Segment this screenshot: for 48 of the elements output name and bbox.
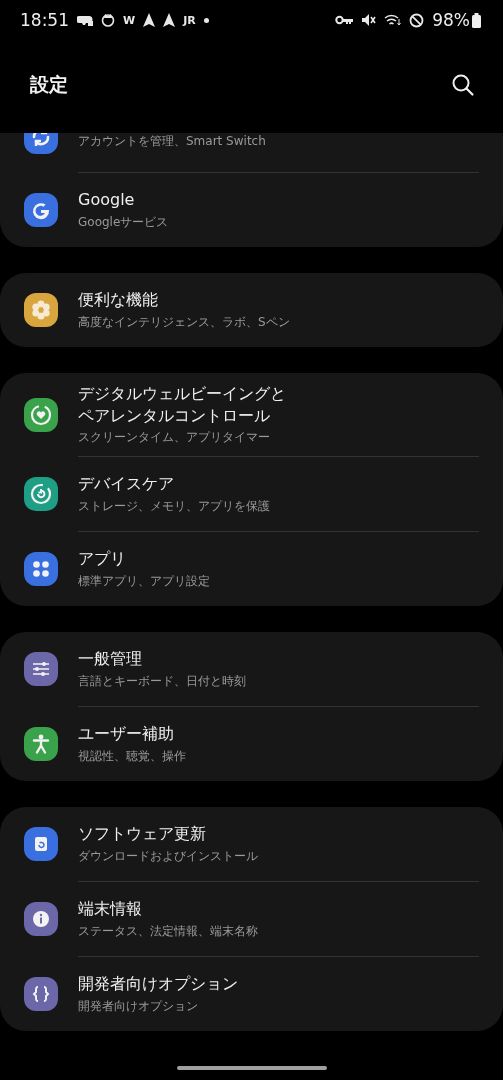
item-subtitle: ステータス、法定情報、端末名称 xyxy=(78,923,259,940)
item-title: ソフトウェア更新 xyxy=(78,823,207,845)
item-title: デバイスケア xyxy=(78,473,175,495)
item-subtitle: アカウントを管理、Smart Switch xyxy=(78,133,267,150)
settings-item[interactable]: 便利な機能 高度なインテリジェンス、ラボ、Sペン xyxy=(0,273,503,347)
more-dot-icon xyxy=(203,17,209,23)
navigation-arrow-icon xyxy=(143,13,156,27)
muted-speaker-icon xyxy=(361,13,377,27)
item-title: アプリ xyxy=(78,548,127,570)
settings-item[interactable]: アカウントを管理、Smart Switch xyxy=(0,133,503,172)
clock-time: 18:51 xyxy=(20,10,69,30)
item-title: ユーザー補助 xyxy=(78,723,175,745)
item-subtitle: 標準アプリ、アプリ設定 xyxy=(78,573,211,590)
settings-item[interactable]: ソフトウェア更新 ダウンロードおよびインストール xyxy=(0,807,503,882)
battery-percent: 98% xyxy=(432,10,470,30)
item-subtitle: 言語とキーボード、日付と時刻 xyxy=(78,673,247,690)
item-title: 一般管理 xyxy=(78,648,143,670)
item-title: 開発者向けオプション xyxy=(78,973,239,995)
item-title: 端末情報 xyxy=(78,898,143,920)
item-subtitle: Googleサービス xyxy=(78,213,170,231)
key-icon xyxy=(335,15,354,25)
do-not-disturb-icon xyxy=(409,12,425,28)
settings-item[interactable]: 端末情報 ステータス、法定情報、端末名称 xyxy=(0,882,503,957)
item-subtitle: 高度なインテリジェンス、ラボ、Sペン xyxy=(78,313,291,331)
wifi-icon xyxy=(384,13,402,27)
item-title: Google xyxy=(78,189,136,211)
settings-item[interactable]: アプリ 標準アプリ、アプリ設定 xyxy=(0,532,503,607)
item-subtitle: 開発者向けオプション xyxy=(78,998,199,1015)
battery-icon xyxy=(472,12,481,28)
settings-item[interactable]: Google Googleサービス xyxy=(0,173,503,247)
page-title: 設定 xyxy=(30,71,69,97)
settings-item[interactable]: 一般管理 言語とキーボード、日付と時刻 xyxy=(0,632,503,707)
item-subtitle: ストレージ、メモリ、アプリを保護 xyxy=(78,498,271,515)
settings-item[interactable]: ユーザー補助 視認性、聴覚、操作 xyxy=(0,707,503,782)
item-subtitle: ダウンロードおよびインストール xyxy=(78,848,259,865)
search-button[interactable] xyxy=(451,72,475,97)
settings-item[interactable]: 開発者向けオプション 開発者向けオプション xyxy=(0,957,503,1032)
app-logo-text: JR xyxy=(183,13,196,27)
cat-face-icon xyxy=(101,13,115,27)
game-controller-icon xyxy=(77,14,93,26)
item-title: デジタルウェルビーイングとペアレンタルコントロール xyxy=(78,383,287,427)
settings-item[interactable]: デバイスケア ストレージ、メモリ、アプリを保護 xyxy=(0,457,503,532)
item-subtitle: スクリーンタイム、アプリタイマー xyxy=(78,429,271,447)
settings-item[interactable]: デジタルウェルビーイングとペアレンタルコントロール スクリーンタイム、アプリタイマー xyxy=(0,373,503,457)
app-logo-text: W xyxy=(123,13,136,27)
item-title: 便利な機能 xyxy=(78,289,159,311)
navigation-arrow-icon xyxy=(163,13,176,27)
item-subtitle: 視認性、聴覚、操作 xyxy=(78,748,187,765)
